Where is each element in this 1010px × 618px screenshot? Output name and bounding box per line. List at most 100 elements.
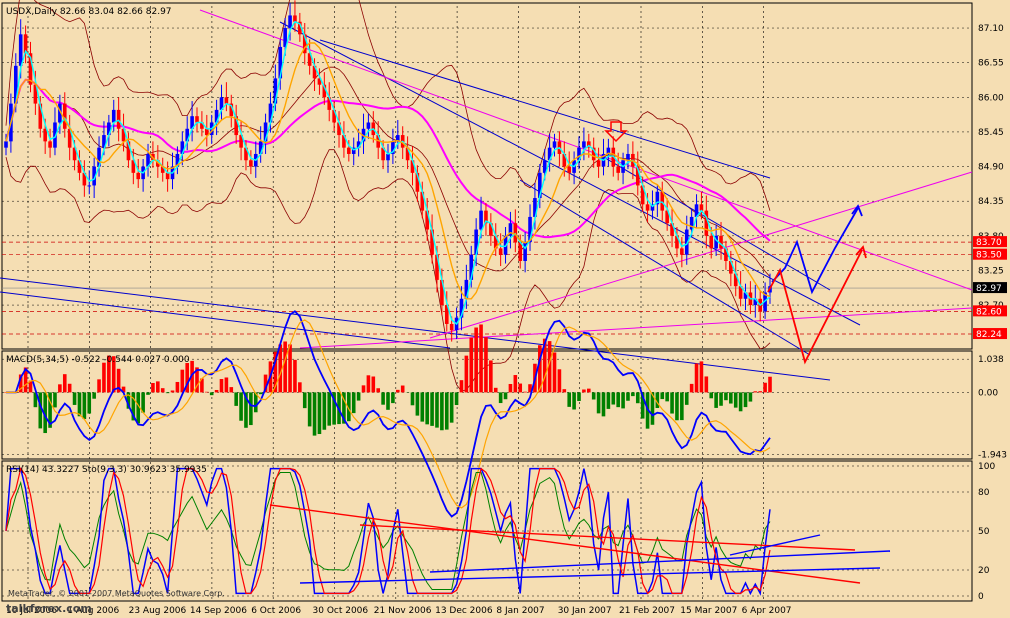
candle-body [293, 15, 297, 22]
macd-hist-bar [474, 327, 478, 393]
macd-hist-bar [586, 388, 591, 393]
projection-red [767, 249, 863, 365]
macd-hist-bar [665, 392, 669, 402]
bollinger-upper [5, 0, 771, 211]
trend-line [599, 154, 831, 291]
candle-body [111, 109, 116, 123]
macd-hist-bar [77, 392, 82, 417]
macd-hist-bar [371, 376, 376, 393]
macd-hist-bar [317, 392, 322, 435]
candle-body [626, 153, 630, 161]
macd-hist-bar [724, 392, 728, 401]
copyright-text: MetaTrader, © 2001-2007 MetaQuotes Softw… [8, 589, 225, 598]
macd-hist-bar [733, 392, 738, 408]
candle-body [43, 128, 47, 142]
macd-hist-bar [400, 385, 405, 393]
macd-hist-bar [738, 392, 743, 412]
macd-hist-bar [758, 391, 763, 393]
macd-hist-bar [180, 369, 185, 393]
macd-hist-bar [312, 392, 317, 436]
price-level-label: 82.97 [976, 284, 1002, 294]
macd-hist-bar [420, 392, 425, 422]
macd-hist-bar [356, 392, 361, 401]
candle-body [719, 235, 723, 249]
x-tick-label: 23 Aug 2006 [129, 606, 187, 616]
price-level-label: 82.60 [976, 307, 1002, 317]
macd-hist-bar [479, 324, 483, 393]
candle-body [347, 147, 351, 154]
macd-panel [4, 310, 772, 518]
macd-hist-bar [160, 388, 165, 393]
macd-hist-bar [572, 392, 576, 410]
x-tick-label: 21 Nov 2006 [374, 606, 432, 616]
candle-body [680, 248, 684, 255]
candle-body [582, 141, 586, 148]
macd-hist-bar [699, 361, 704, 393]
macd-hist-bar [582, 389, 586, 393]
candle-body [204, 128, 209, 136]
y-tick-label: 84.35 [978, 197, 1004, 207]
candle-body [165, 172, 170, 180]
macd-hist-bar [621, 392, 625, 409]
macd-hist-bar [97, 379, 101, 393]
macd-hist-bar [92, 392, 96, 399]
x-tick-label: 6 Oct 2006 [251, 606, 301, 616]
macd-hist-bar [562, 389, 567, 393]
y-tick-label: 85.45 [978, 128, 1004, 138]
macd-hist-bar [768, 376, 772, 393]
macd-hist-bar [53, 392, 57, 408]
macd-hist-bar [72, 392, 77, 405]
macd-hist-bar [763, 382, 767, 393]
macd-tick-label: -1.943 [978, 451, 1007, 461]
osc-tick-label: 80 [978, 488, 990, 498]
candle-body [87, 185, 92, 187]
osc-tick-label: 50 [978, 527, 990, 537]
macd-hist-bar [435, 392, 439, 428]
macd-hist-bar [743, 392, 748, 408]
x-tick-label: 8 Jan 2007 [496, 606, 544, 616]
axes: 10 Jul 2006 1 Aug 2006 23 Aug 2006 14 Sep 2… [6, 24, 1007, 616]
macd-hist-bar [288, 344, 292, 393]
macd-hist-bar [293, 359, 297, 393]
macd-hist-bar [444, 392, 449, 430]
down-arrow-marker [604, 121, 628, 143]
macd-hist-bar [415, 392, 420, 416]
main-header: USDX,Daily 82.66 83.04 82.66 82.97 [6, 7, 172, 17]
macd-hist-bar [430, 392, 434, 426]
macd-hist-bar [156, 381, 160, 393]
macd-hist-bar [729, 392, 733, 404]
macd-hist-bar [298, 382, 302, 393]
trend-line [0, 291, 451, 349]
candle-body [386, 153, 390, 161]
x-tick-label: 21 Feb 2007 [619, 606, 675, 616]
macd-hist-bar [214, 389, 219, 393]
macd-hist-bar [395, 389, 400, 393]
macd-hist-bar [170, 390, 175, 393]
macd-hist-bar [58, 384, 62, 393]
macd-hist-bar [102, 362, 106, 393]
candle-body [660, 191, 665, 211]
price-level-label: 83.70 [976, 238, 1002, 248]
macd-hist-bar [591, 392, 596, 400]
macd-hist-bar [249, 392, 253, 426]
candle-body [18, 34, 23, 66]
macd-hist-bar [376, 388, 381, 393]
candle-body [195, 116, 199, 123]
macd-hist-bar [601, 392, 606, 417]
macd-hist-bar [714, 392, 718, 408]
macd-hist-bar [680, 392, 684, 421]
macd-hist-bar [351, 392, 356, 414]
candle-body [513, 223, 518, 243]
x-tick-label: 30 Jan 2007 [558, 606, 612, 616]
macd-hist-bar [219, 379, 224, 393]
x-tick-label: 15 Mar 2007 [680, 606, 737, 616]
macd-hist-bar [489, 360, 493, 393]
price-level-label: 83.50 [976, 251, 1002, 261]
macd-hist-bar [209, 392, 214, 396]
candle-body [136, 172, 141, 180]
macd-hist-bar [660, 392, 665, 400]
macd-hist-bar [611, 392, 616, 405]
macd-hist-bar [704, 376, 709, 393]
candle-body [288, 15, 292, 29]
macd-hist-bar [386, 392, 390, 410]
